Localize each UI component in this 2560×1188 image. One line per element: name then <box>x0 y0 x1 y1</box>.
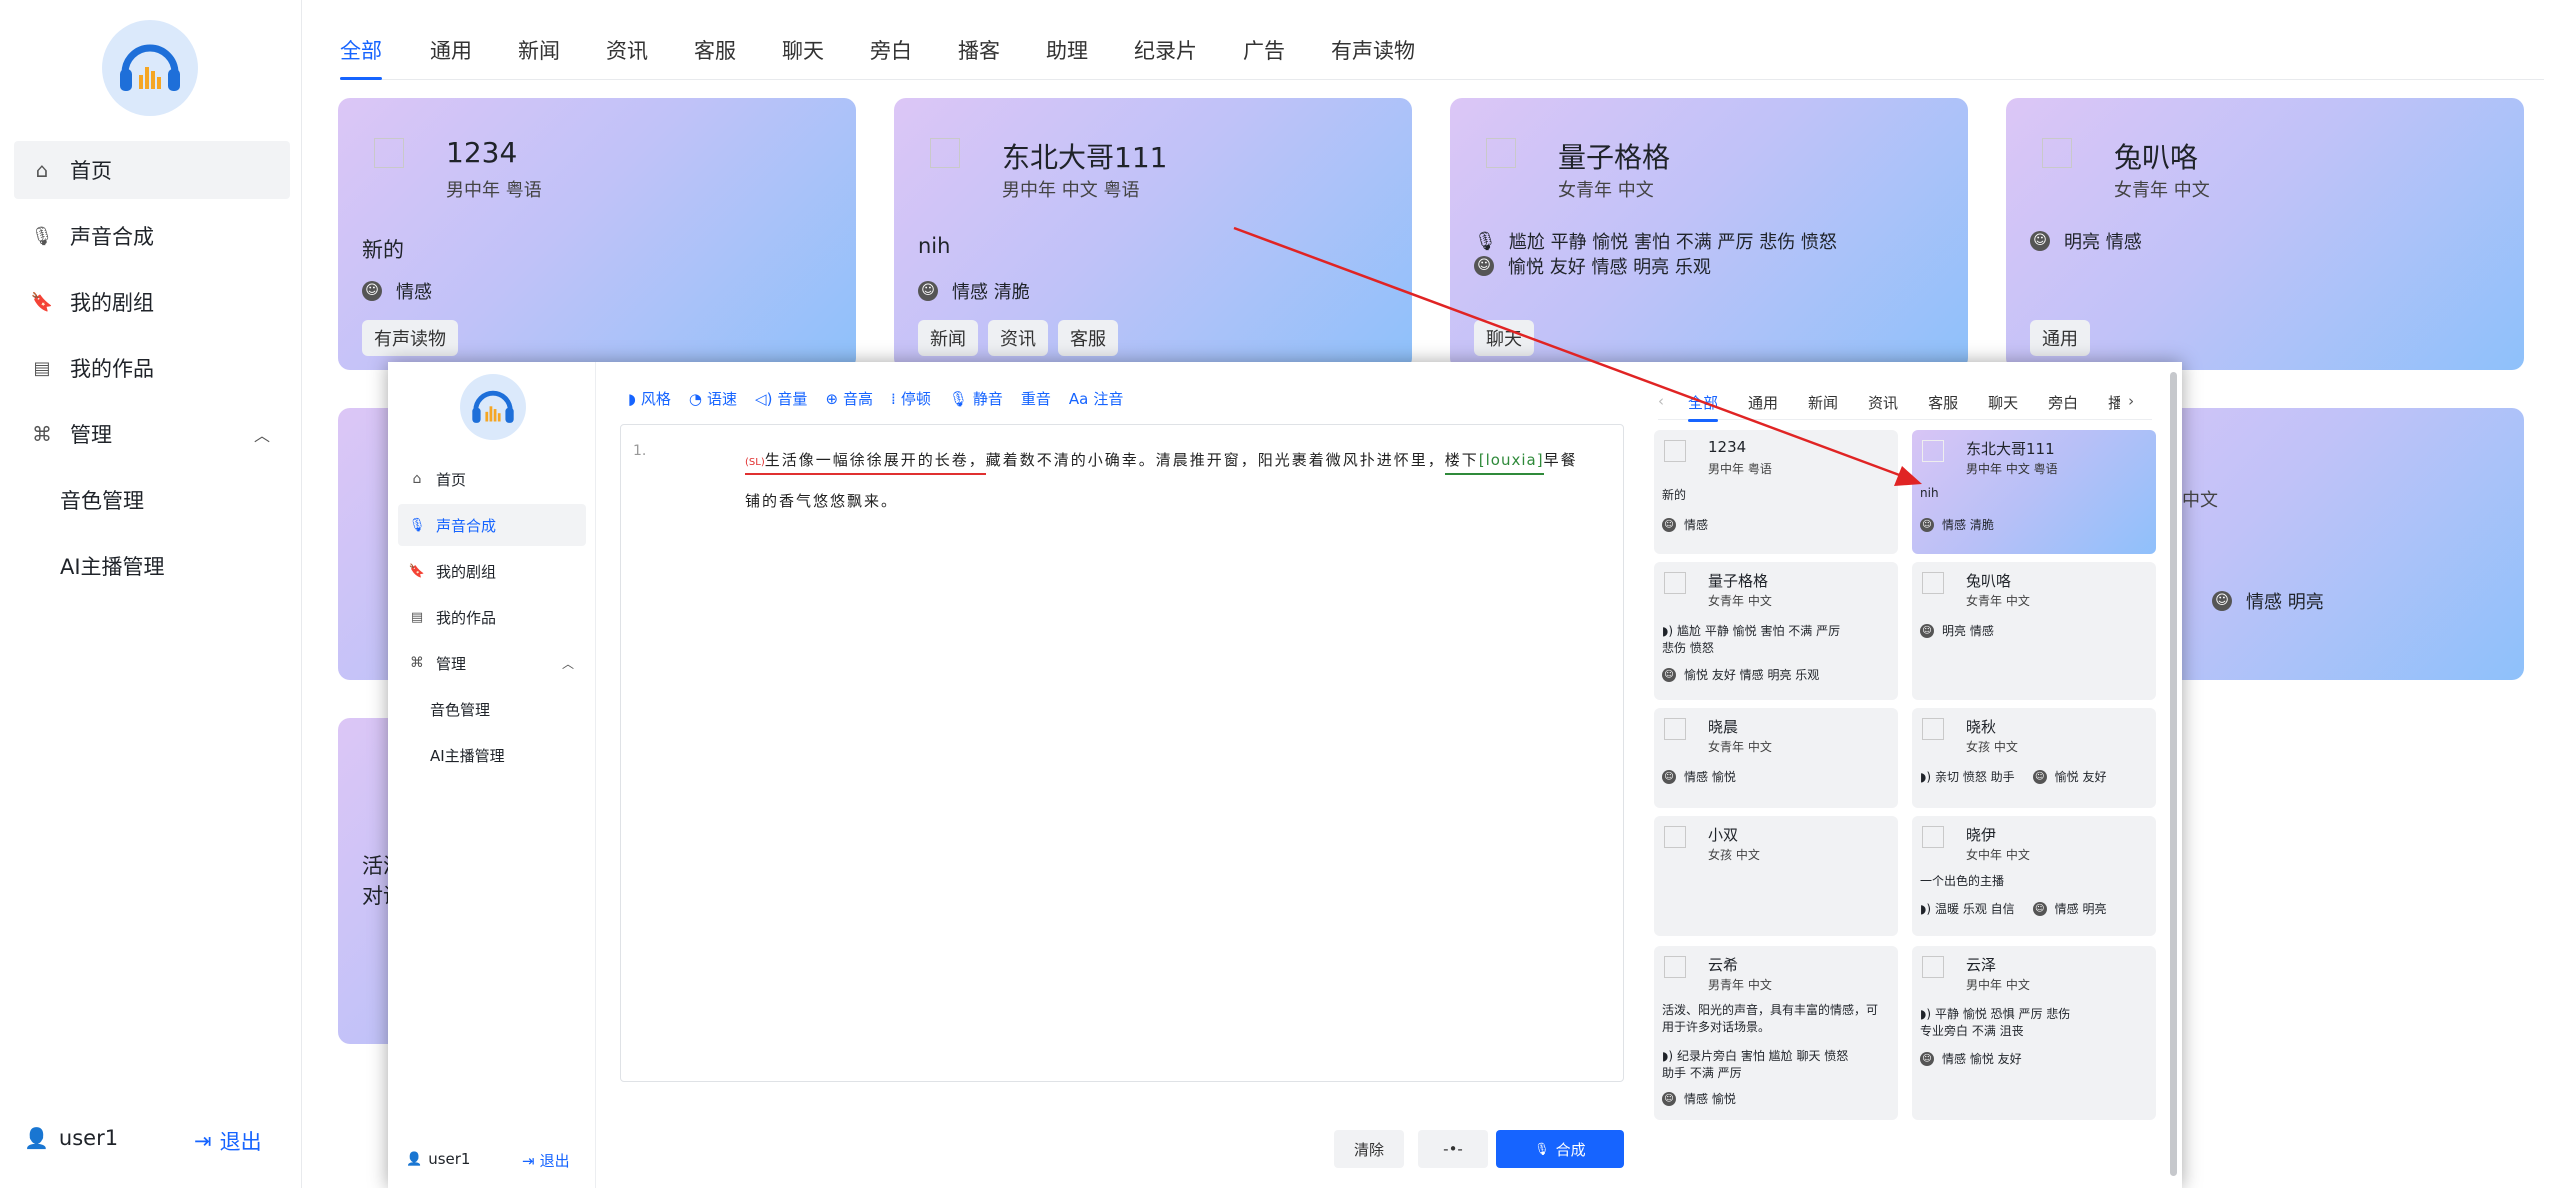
annotation-arrow <box>1233 226 1922 486</box>
